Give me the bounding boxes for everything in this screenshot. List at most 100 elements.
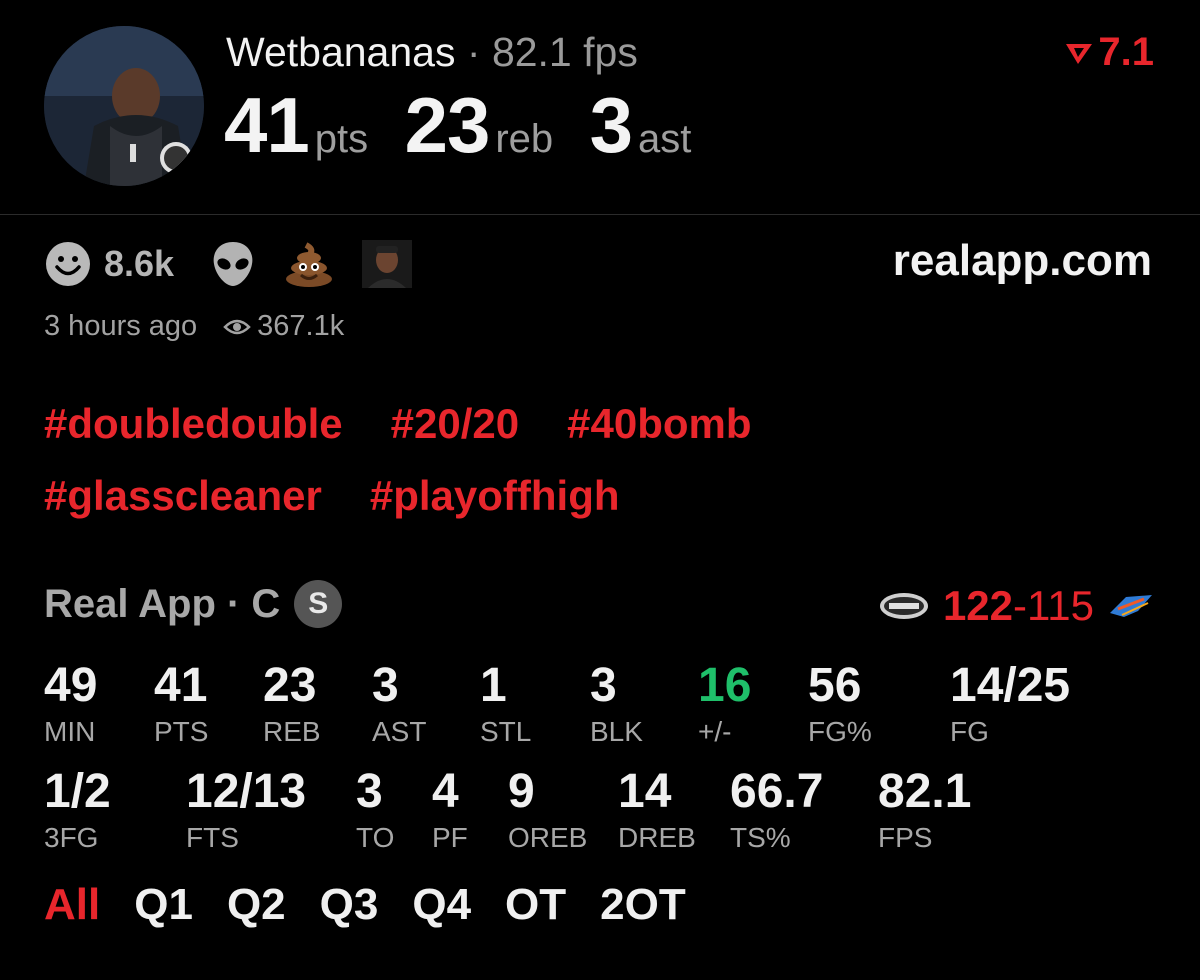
stat-value: 12/13 [186,765,307,818]
stat-ts-pct: 66.7 TS% [730,766,823,854]
stat-ast: 3 AST [372,660,426,748]
stat-to: 3 TO [356,766,394,854]
stat-label: BLK [590,716,643,747]
tab-q4[interactable]: Q4 [412,880,471,930]
tab-2ot[interactable]: 2OT [600,880,686,930]
stat-value: 23 [263,659,317,712]
stat-value: 16 [698,659,752,712]
post-meta: 3 hours ago 367.1k [44,310,344,343]
home-score: 122 [942,582,1014,629]
stat-value: 4 [432,765,459,818]
stat-label: AST [372,716,427,747]
tab-q1[interactable]: Q1 [134,880,193,930]
user-avatar-icon[interactable] [362,240,413,288]
alien-icon[interactable] [210,240,256,288]
tab-ot[interactable]: OT [505,880,566,930]
hashtag[interactable]: #playoffhigh [370,472,620,520]
status-badge[interactable]: S [294,580,343,628]
hashtag[interactable]: #20/20 [391,400,519,448]
stat-fg-pct: 56 FG% [808,660,872,748]
stat-pts: 41 PTS [154,660,208,748]
thunder-logo-icon [1110,595,1152,617]
smile-face-icon[interactable] [44,240,92,288]
divider [0,214,1200,215]
stat-label: FG [950,716,989,747]
site-link[interactable]: realapp.com [893,236,1152,286]
rating-badge[interactable]: 7.1 [1064,30,1154,75]
stat-label: TS% [730,822,791,853]
eye-icon [223,319,251,334]
stat-reb: 23 REB [263,660,321,748]
stat-value: 14 [618,765,672,818]
game-source: Real App · C S [44,580,343,628]
fps-text: 82.1 fps [491,29,638,75]
time-ago: 3 hours ago [44,310,198,342]
stat-value: 41 [154,659,208,712]
assists-unit: ast [638,117,692,161]
hashtag[interactable]: #glasscleaner [44,472,322,520]
stat-pf: 4 PF [432,766,468,854]
away-score: 115 [1027,582,1094,629]
score-dash: - [1013,582,1028,629]
reactions-bar: 8.6k [44,240,440,288]
game-score[interactable]: 122-115 [879,582,1154,630]
stat-fts: 12/13 FTS [186,766,306,854]
tab-all[interactable]: All [44,880,100,930]
stat-label: +/- [698,716,732,747]
stat-value: 14/25 [950,659,1071,712]
stat-value: 82.1 [878,765,972,818]
hashtag-row-2: #glasscleaner #playoffhigh [44,472,668,520]
points-unit: pts [314,117,369,161]
stat-dreb: 14 DREB [618,766,696,854]
stat-value: 3 [356,765,383,818]
stat-label: OREB [508,822,588,853]
stat-min: 49 MIN [44,660,97,748]
rating-flag-icon [1066,43,1093,64]
stat-label: PF [432,822,468,853]
stat-value: 1/2 [44,765,111,818]
stat-value: 49 [44,659,98,712]
hashtag[interactable]: #doubledouble [44,400,343,448]
stat-fps: 82.1 FPS [878,766,971,854]
stat-label: FTS [186,822,239,853]
stat-label: TO [356,822,395,853]
hashtag-row-1: #doubledouble #20/20 #40bomb [44,400,800,448]
rating-value: 7.1 [1098,30,1154,74]
poop-emoji-icon[interactable] [284,241,334,287]
stat-value: 1 [480,659,507,712]
stat-oreb: 9 OREB [508,766,587,854]
quarter-tabs: All Q1 Q2 Q3 Q4 OT 2OT [44,880,720,930]
view-count: 367.1k [257,310,345,342]
separator: · [466,29,481,75]
stat-label: FPS [878,822,933,853]
stat-label: MIN [44,716,96,747]
stat-label: REB [263,716,321,747]
stat-label: DREB [618,822,696,853]
stat-value: 3 [372,659,399,712]
rebounds-unit: reb [495,117,554,161]
stat-fg: 14/25 FG [950,660,1070,748]
stat-label: STL [480,716,532,747]
spurs-logo-icon [879,593,928,619]
headline-stats: 41 pts 23 reb 3 ast [224,80,723,193]
assists-value: 3 [589,81,633,169]
tab-q2[interactable]: Q2 [227,880,286,930]
stat-label: PTS [154,716,209,747]
stat-value: 9 [508,765,535,818]
title-line: Wetbananas · 82.1 fps [226,28,638,76]
player-avatar[interactable] [44,26,204,186]
username[interactable]: Wetbananas [226,29,455,75]
stat-value: 56 [808,659,862,712]
stat-value: 3 [590,659,617,712]
stat-value: 66.7 [730,765,824,818]
reaction-count[interactable]: 8.6k [104,243,174,285]
stat-label: 3FG [44,822,99,853]
hashtag[interactable]: #40bomb [567,400,751,448]
stat-3fg: 1/2 3FG [44,766,111,854]
rebounds-value: 23 [404,81,491,169]
stat-blk: 3 BLK [590,660,643,748]
tab-q3[interactable]: Q3 [320,880,379,930]
points-value: 41 [224,81,310,169]
source-label: Real App · C [44,581,281,626]
stat-label: FG% [808,716,872,747]
